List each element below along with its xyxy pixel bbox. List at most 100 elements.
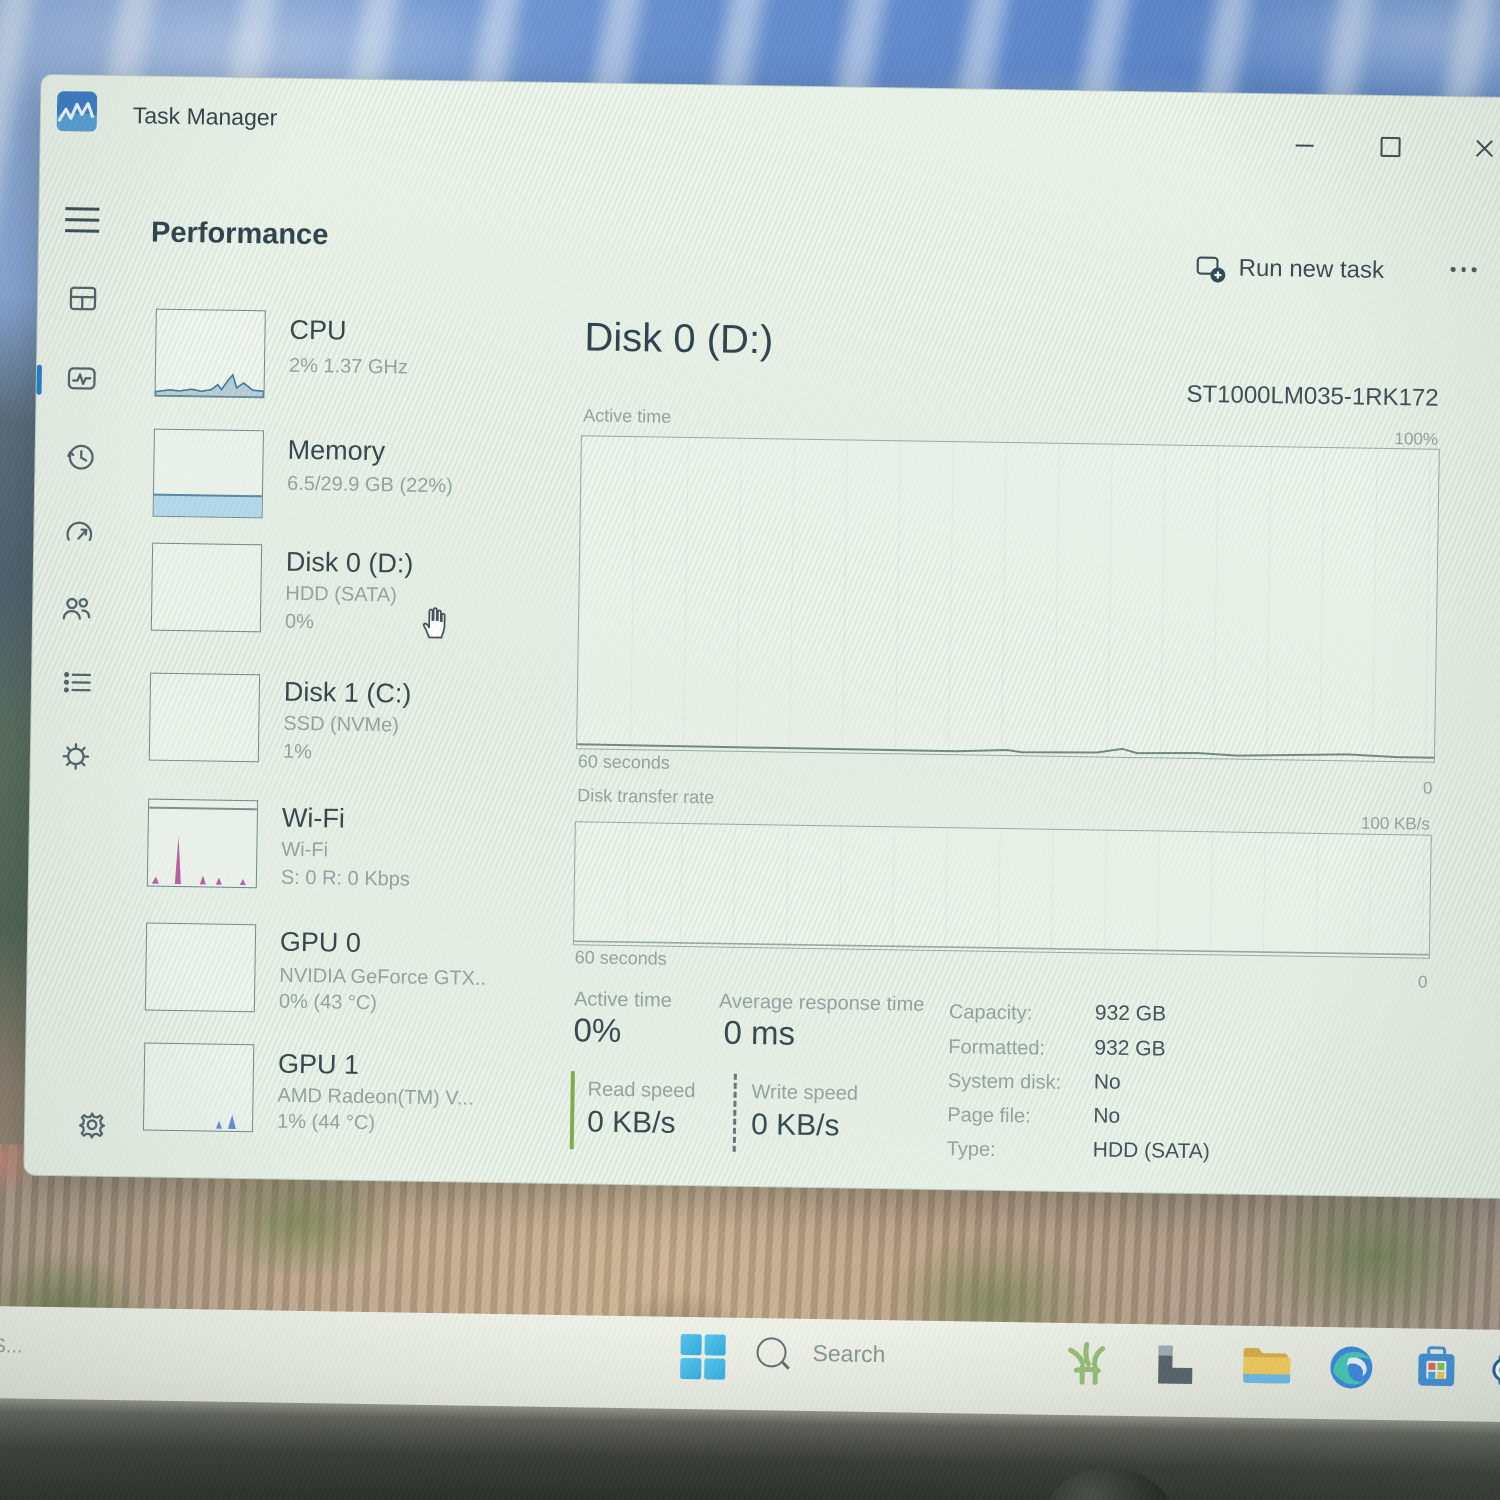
metric-gpu0-sub2: 0% (43 °C) [279, 991, 377, 1016]
more-options-button[interactable] [1451, 267, 1477, 272]
read-speed-label: Read speed [587, 1078, 695, 1103]
page-file-label: Page file: [947, 1104, 1031, 1128]
sidebar-item-users[interactable] [59, 591, 94, 626]
maximize-button[interactable] [1362, 126, 1419, 169]
task-manager-app-icon [57, 91, 98, 132]
search-label: Search [812, 1340, 885, 1368]
write-speed-value: 0 KB/s [751, 1108, 840, 1143]
minimize-button[interactable] [1276, 124, 1333, 167]
gpu0-thumbnail[interactable] [145, 923, 256, 1013]
close-icon [1474, 138, 1494, 158]
metric-cpu-title[interactable]: CPU [289, 315, 346, 347]
metric-disk1-title[interactable]: Disk 1 (C:) [284, 677, 412, 710]
metric-cpu-sub: 2% 1.37 GHz [289, 355, 408, 380]
metric-disk0-sub: HDD (SATA) [285, 583, 397, 608]
minimize-icon [1296, 144, 1314, 146]
active-time-chart-label: Active time [583, 405, 671, 427]
page-title: Performance [151, 217, 329, 253]
wifi-thumbnail[interactable] [147, 799, 258, 889]
close-button[interactable] [1456, 127, 1500, 170]
processes-icon [66, 281, 101, 316]
metric-gpu0-title[interactable]: GPU 0 [280, 927, 362, 959]
metric-wifi-sub2: S: 0 R: 0 Kbps [281, 867, 410, 892]
transfer-xlabel: 60 seconds [575, 947, 667, 969]
active-time-chart [576, 435, 1440, 762]
monitor-stand-logo [1042, 1467, 1176, 1500]
transfer-chart-label: Disk transfer rate [577, 785, 714, 808]
transfer-ymin: 0 [1227, 970, 1427, 993]
sidebar-item-details[interactable] [60, 665, 95, 700]
capacity-value: 932 GB [1095, 1001, 1167, 1026]
cursor-hand-icon [415, 599, 454, 642]
maximize-icon [1380, 137, 1400, 157]
type-label: Type: [947, 1138, 996, 1162]
cpu-thumbnail[interactable] [154, 309, 265, 399]
capacity-label: Capacity: [949, 1001, 1033, 1025]
run-new-task-button[interactable]: Run new task [1194, 245, 1445, 295]
green-plant-app-icon[interactable] [1062, 1336, 1115, 1389]
hamburger-menu-icon[interactable] [65, 207, 99, 234]
memory-thumbnail[interactable] [153, 429, 264, 519]
task-manager-window: Task Manager Performan [23, 74, 1500, 1199]
search-icon [756, 1337, 786, 1367]
metric-memory-title[interactable]: Memory [287, 435, 385, 468]
outlook-icon[interactable] [1488, 1348, 1500, 1393]
sidebar-item-settings[interactable] [75, 1107, 110, 1142]
sidebar-item-processes[interactable] [66, 281, 101, 316]
metric-disk0-title[interactable]: Disk 0 (D:) [286, 547, 414, 580]
active-time-xlabel: 60 seconds [578, 751, 670, 773]
metric-wifi-title[interactable]: Wi-Fi [282, 803, 345, 835]
taskbar-left-text: S... [0, 1335, 23, 1358]
metric-gpu0-sub: NVIDIA GeForce GTX.. [279, 965, 486, 991]
metric-disk0-sub2: 0% [285, 611, 314, 634]
startup-apps-icon [62, 517, 97, 552]
sidebar-item-services[interactable] [59, 739, 94, 774]
transfer-rate-chart [573, 821, 1432, 958]
write-speed-label: Write speed [751, 1081, 858, 1106]
active-time-stat-label: Active time [574, 988, 672, 1013]
active-time-stat-value: 0% [573, 1011, 621, 1050]
sidebar-item-startup-apps[interactable] [62, 517, 97, 552]
window-title: Task Manager [133, 102, 278, 131]
detail-title: Disk 0 (D:) [584, 315, 774, 363]
disk0-thumbnail[interactable] [151, 543, 262, 633]
write-speed-legend-bar [733, 1074, 737, 1152]
active-time-ymin: 0 [1232, 776, 1432, 799]
disk1-thumbnail[interactable] [149, 673, 260, 763]
microsoft-store-icon[interactable] [1412, 1343, 1461, 1392]
performance-icon [64, 361, 99, 396]
edge-browser-icon[interactable] [1328, 1344, 1375, 1391]
users-icon [59, 591, 94, 626]
photo-frame: Task Manager Performan [0, 0, 1500, 1500]
system-disk-label: System disk: [948, 1070, 1062, 1095]
page-file-value: No [1093, 1104, 1120, 1128]
metric-disk1-sub2: 1% [283, 741, 312, 764]
services-icon [59, 739, 94, 774]
selected-nav-accent [36, 365, 41, 395]
file-explorer-icon[interactable] [1240, 1343, 1291, 1390]
settings-gear-icon [75, 1107, 110, 1142]
gpu1-thumbnail[interactable] [143, 1043, 254, 1133]
app-history-icon [63, 439, 98, 474]
read-speed-legend-bar [570, 1071, 575, 1149]
metric-wifi-sub: Wi-Fi [281, 839, 328, 863]
start-button[interactable] [680, 1334, 727, 1381]
metric-gpu1-sub2: 1% (44 °C) [277, 1111, 375, 1136]
dark-l-app-icon[interactable] [1152, 1341, 1199, 1388]
avg-response-label: Average response time [719, 991, 925, 1017]
avg-response-value: 0 ms [723, 1014, 795, 1053]
system-disk-value: No [1094, 1070, 1121, 1094]
details-icon [60, 665, 95, 700]
sidebar-item-performance[interactable] [64, 361, 99, 396]
run-new-task-icon [1194, 252, 1226, 284]
sidebar-item-app-history[interactable] [63, 439, 98, 474]
type-value: HDD (SATA) [1093, 1138, 1210, 1164]
taskbar-search[interactable]: Search [756, 1337, 885, 1369]
formatted-value: 932 GB [1094, 1036, 1166, 1061]
run-new-task-label: Run new task [1238, 255, 1384, 285]
metric-gpu1-sub: AMD Radeon(TM) V... [277, 1085, 473, 1111]
formatted-label: Formatted: [948, 1036, 1045, 1061]
metric-gpu1-title[interactable]: GPU 1 [278, 1049, 360, 1081]
metric-disk1-sub: SSD (NVMe) [283, 713, 399, 738]
read-speed-value: 0 KB/s [587, 1105, 676, 1140]
